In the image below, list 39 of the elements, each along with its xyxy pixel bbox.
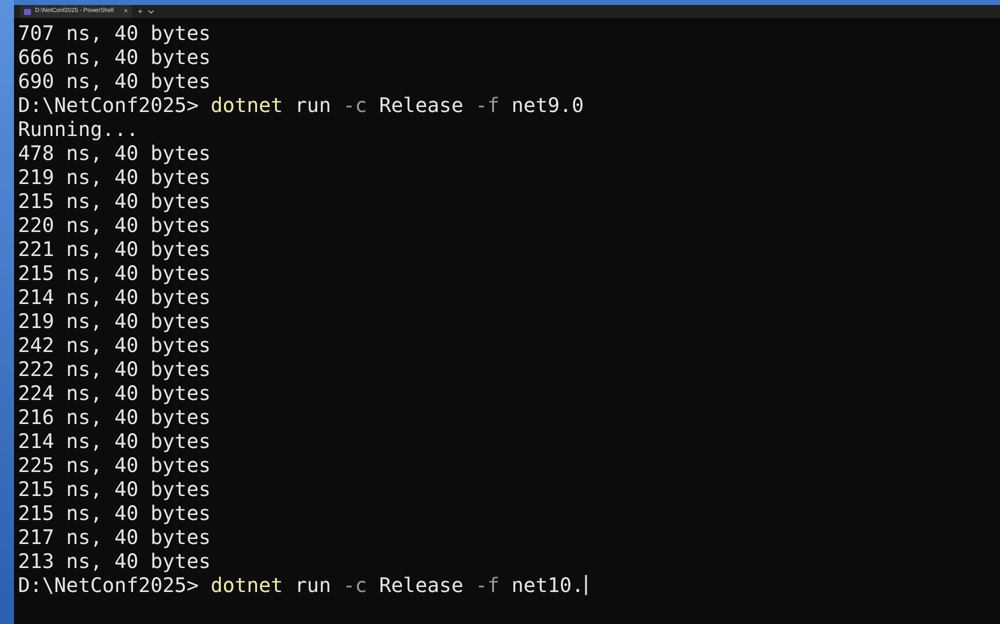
output-line: 214 ns, 40 bytes (18, 285, 211, 309)
flag-text: -f (475, 93, 500, 117)
output-line: 215 ns, 40 bytes (18, 477, 211, 501)
output-line: 221 ns, 40 bytes (18, 237, 211, 261)
new-tab-button[interactable]: + (138, 8, 142, 16)
argument-text: net9.0 (511, 93, 584, 117)
command-text: dotnet (210, 573, 283, 597)
prompt-text: D:\NetConf2025> (18, 93, 199, 117)
flag-text: -f (475, 573, 500, 597)
terminal-icon (24, 8, 31, 14)
output-line: 215 ns, 40 bytes (18, 189, 211, 213)
argument-text: run (294, 93, 331, 117)
chevron-down-icon[interactable] (148, 10, 154, 14)
output-line: 478 ns, 40 bytes (18, 141, 211, 165)
output-line: 242 ns, 40 bytes (18, 333, 211, 357)
output-line: 224 ns, 40 bytes (18, 381, 211, 405)
argument-text: run (294, 573, 331, 597)
output-line: 214 ns, 40 bytes (18, 429, 211, 453)
output-line: 219 ns, 40 bytes (18, 309, 211, 333)
output-line: 222 ns, 40 bytes (18, 357, 211, 381)
output-line: 216 ns, 40 bytes (18, 405, 211, 429)
flag-text: -c (343, 573, 368, 597)
output-line: Running... (18, 117, 138, 141)
argument-text: Release (379, 573, 464, 597)
output-line: 220 ns, 40 bytes (18, 213, 211, 237)
output-line: 217 ns, 40 bytes (18, 525, 211, 549)
output-line: 225 ns, 40 bytes (18, 453, 211, 477)
output-line: 213 ns, 40 bytes (18, 549, 211, 573)
command-text: dotnet (210, 93, 283, 117)
output-line: 219 ns, 40 bytes (18, 165, 211, 189)
output-line: 215 ns, 40 bytes (18, 261, 211, 285)
output-line: 215 ns, 40 bytes (18, 501, 211, 525)
argument-text: net10. (511, 573, 584, 597)
prompt-text: D:\NetConf2025> (18, 573, 199, 597)
output-line: 707 ns, 40 bytes (18, 21, 211, 45)
output-line: 666 ns, 40 bytes (18, 45, 211, 69)
flag-text: -c (343, 93, 368, 117)
argument-text: Release (379, 93, 464, 117)
output-line: 690 ns, 40 bytes (18, 69, 211, 93)
